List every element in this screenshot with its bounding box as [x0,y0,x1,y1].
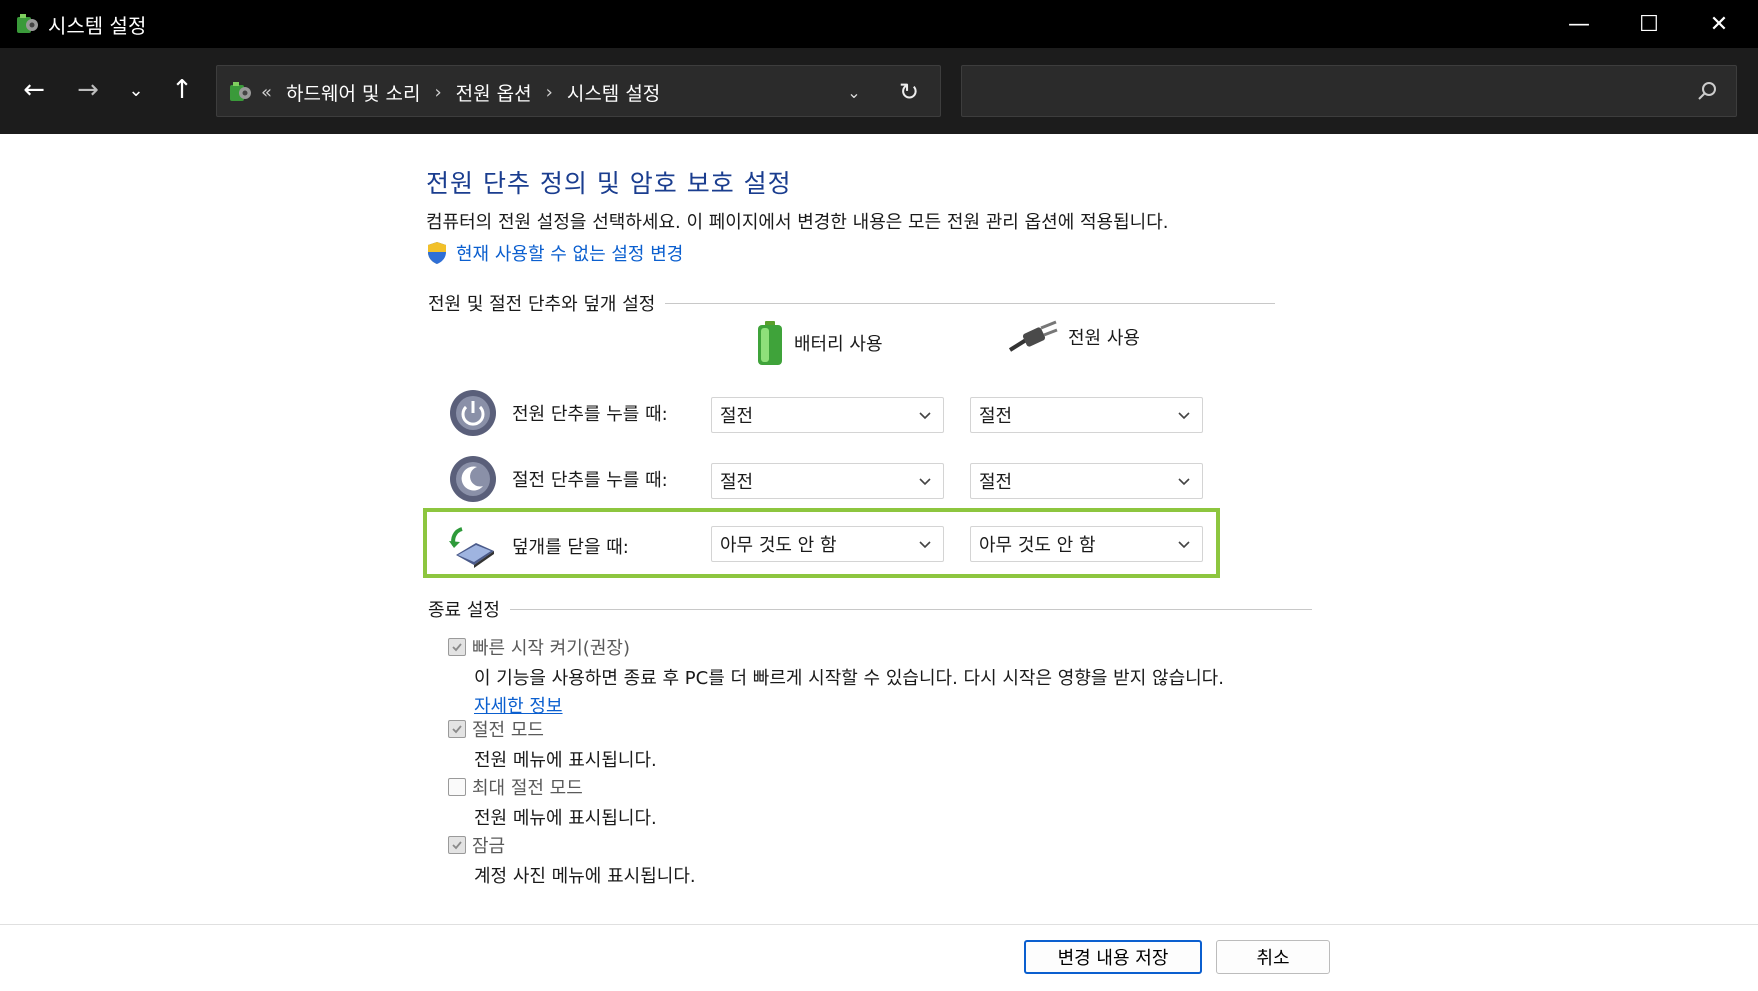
lid-close-battery-select[interactable]: 아무 것도 안 함 [711,526,944,562]
control-panel-icon [230,82,251,101]
sleep-checkbox[interactable] [448,720,466,738]
address-dropdown-button[interactable]: ⌄ [837,76,871,108]
page-title: 전원 단추 정의 및 암호 보호 설정 [426,169,792,198]
lid-close-row: 덮개를 닫을 때: [448,521,629,571]
hibernate-item: 최대 절전 모드 전원 메뉴에 표시됩니다. [448,774,657,830]
plugged-in-column-header: 전원 사용 [1008,320,1140,354]
power-button-row: 전원 단추를 누를 때: [448,388,668,438]
battery-icon [758,321,782,365]
change-unavailable-settings-label: 현재 사용할 수 없는 설정 변경 [456,244,684,265]
sleep-button-row: 절전 단추를 누를 때: [448,454,668,504]
lock-checkbox[interactable] [448,836,466,854]
chevron-down-icon [919,478,931,486]
lock-label: 잠금 [472,836,506,857]
breadcrumb-hardware-sound[interactable]: 하드웨어 및 소리 [286,79,420,106]
section-divider [509,608,1312,610]
select-value: 절전 [720,406,754,427]
chevron-down-icon [1178,412,1190,420]
checkmark-icon [452,841,462,850]
back-button[interactable]: ← [14,70,54,110]
address-bar[interactable]: « 하드웨어 및 소리 › 전원 옵션 › 시스템 설정 ⌄ ↻ [216,65,941,117]
power-button-battery-select[interactable]: 절전 [711,397,944,433]
fast-startup-checkbox[interactable] [448,638,466,656]
chevron-down-icon [919,541,931,549]
breadcrumb-system-settings[interactable]: 시스템 설정 [567,79,660,106]
power-button-icon [450,390,496,436]
breadcrumb-power-options[interactable]: 전원 옵션 [456,79,532,106]
window-title: 시스템 설정 [48,14,147,38]
hibernate-label: 최대 절전 모드 [472,778,583,799]
page-description: 컴퓨터의 전원 설정을 선택하세요. 이 페이지에서 변경한 내용은 모든 전원… [426,212,1169,233]
power-section-header: 전원 및 절전 단추와 덮개 설정 [428,290,1276,316]
sleep-description: 전원 메뉴에 표시됩니다. [474,750,657,771]
sleep-button-label: 절전 단추를 누를 때: [512,470,668,491]
breadcrumb: « 하드웨어 및 소리 › 전원 옵션 › 시스템 설정 [261,79,660,106]
select-value: 아무 것도 안 함 [720,535,837,556]
laptop-lid-icon [449,527,494,568]
change-unavailable-settings-link[interactable]: 현재 사용할 수 없는 설정 변경 [426,240,683,266]
battery-column-label: 배터리 사용 [794,334,883,355]
cancel-button[interactable]: 취소 [1216,940,1330,974]
battery-column-header: 배터리 사용 [756,320,883,366]
sleep-label: 절전 모드 [472,720,544,741]
chevron-down-icon [1178,478,1190,486]
search-input[interactable] [972,76,1652,106]
more-info-link[interactable]: 자세한 정보 [474,692,563,718]
lock-description: 계정 사진 메뉴에 표시됩니다. [474,866,696,887]
breadcrumb-overflow[interactable]: « [261,82,272,103]
power-button-label: 전원 단추를 누를 때: [512,404,668,425]
sleep-item: 절전 모드 전원 메뉴에 표시됩니다. [448,716,657,772]
lid-close-plugged-select[interactable]: 아무 것도 안 함 [970,526,1203,562]
select-value: 절전 [979,406,1013,427]
shutdown-section-title: 종료 설정 [428,600,500,621]
checkmark-icon [452,725,462,734]
power-plug-icon [1008,320,1058,352]
main-content: 전원 단추 정의 및 암호 보호 설정 컴퓨터의 전원 설정을 선택하세요. 이… [0,134,1758,924]
fast-startup-item: 빠른 시작 켜기(권장) 이 기능을 사용하면 종료 후 PC를 더 빠르게 시… [448,634,1224,718]
lid-close-label: 덮개를 닫을 때: [512,537,629,558]
plugged-in-column-label: 전원 사용 [1068,328,1140,349]
search-icon[interactable] [1694,78,1720,104]
up-button[interactable]: ↑ [162,70,202,110]
select-value: 절전 [720,472,754,493]
maximize-button[interactable]: ☐ [1614,0,1684,48]
chevron-down-icon [1178,541,1190,549]
breadcrumb-separator[interactable]: › [546,82,553,103]
sleep-button-icon [450,456,496,502]
hibernate-description: 전원 메뉴에 표시됩니다. [474,808,657,829]
forward-button[interactable]: → [68,70,108,110]
select-value: 아무 것도 안 함 [979,535,1096,556]
search-box[interactable] [961,65,1737,117]
fast-startup-label: 빠른 시작 켜기(권장) [472,638,630,659]
lock-item: 잠금 계정 사진 메뉴에 표시됩니다. [448,832,696,888]
power-section-title: 전원 및 절전 단추와 덮개 설정 [428,294,656,315]
save-changes-button[interactable]: 변경 내용 저장 [1024,940,1202,974]
sleep-button-battery-select[interactable]: 절전 [711,463,944,499]
hibernate-checkbox[interactable] [448,778,466,796]
breadcrumb-separator[interactable]: › [434,82,441,103]
recent-locations-button[interactable]: ⌄ [116,70,156,110]
sleep-button-plugged-select[interactable]: 절전 [970,463,1203,499]
close-button[interactable]: ✕ [1684,0,1754,48]
select-value: 절전 [979,472,1013,493]
section-divider [665,302,1276,304]
power-button-plugged-select[interactable]: 절전 [970,397,1203,433]
minimize-button[interactable]: — [1544,0,1614,48]
address-toolbar: ← → ⌄ ↑ « 하드웨어 및 소리 › 전원 옵션 › 시스템 설정 ⌄ ↻ [0,48,1758,134]
control-panel-icon [17,14,38,33]
checkmark-icon [452,643,462,652]
footer-divider [0,924,1758,925]
chevron-down-icon [919,412,931,420]
title-bar: 시스템 설정 — ☐ ✕ [0,0,1758,48]
fast-startup-description: 이 기능을 사용하면 종료 후 PC를 더 빠르게 시작할 수 있습니다. 다시… [474,668,1224,689]
shutdown-section-header: 종료 설정 [428,596,1312,622]
refresh-button[interactable]: ↻ [889,74,929,110]
uac-shield-icon [428,242,446,264]
